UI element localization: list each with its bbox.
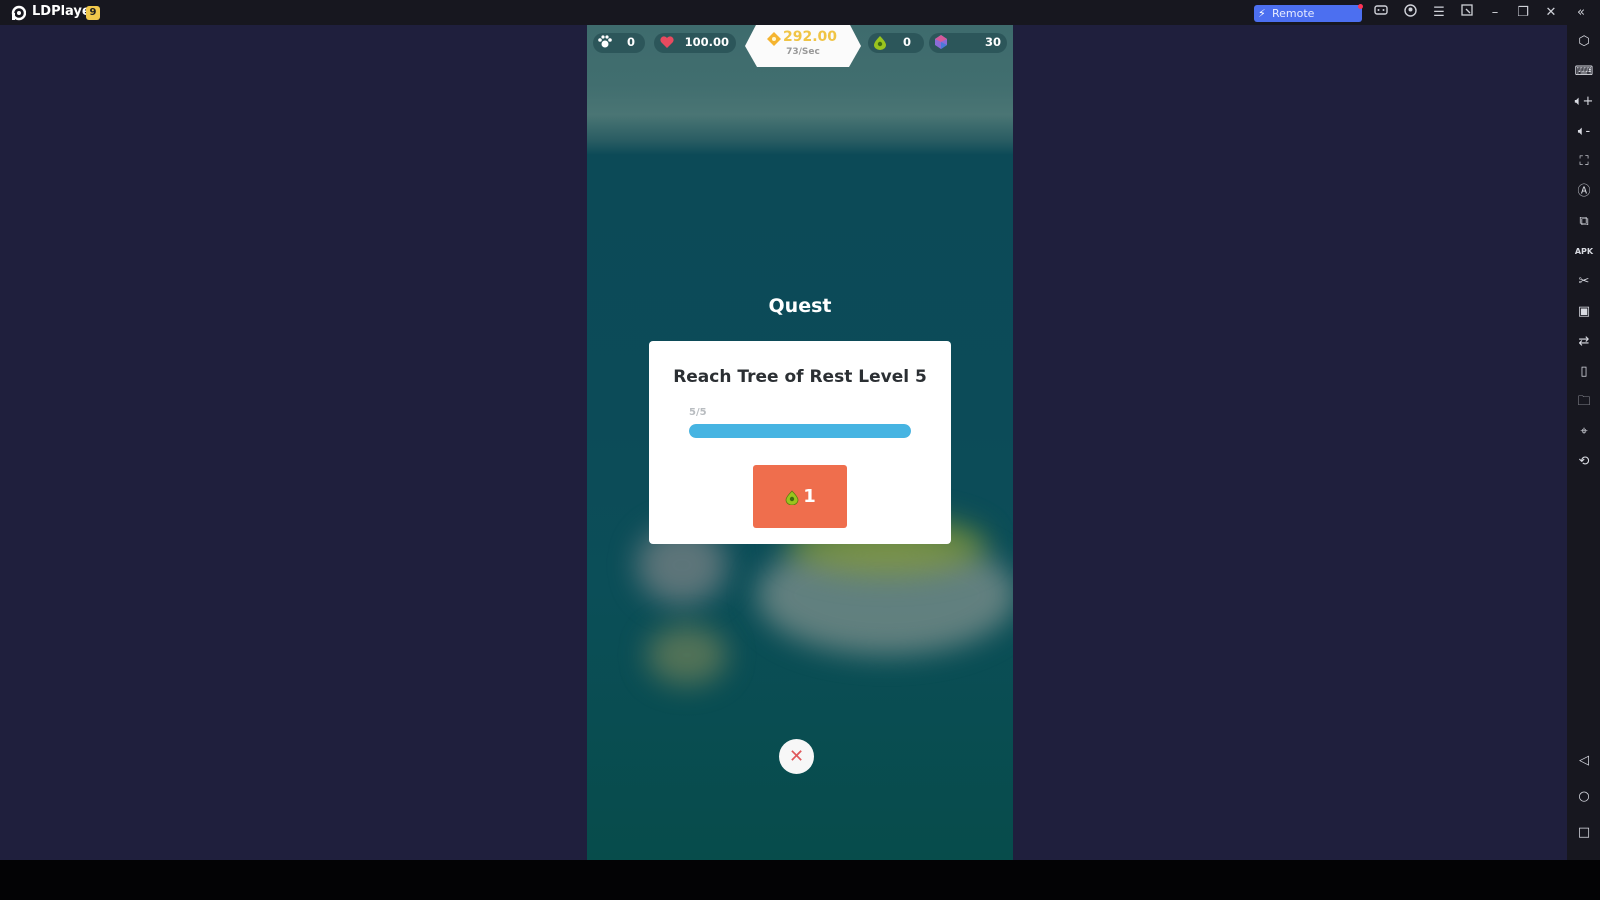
screenshot-scissors-icon[interactable]: ✂ [1574,272,1594,292]
video-record-icon[interactable]: ▣ [1574,302,1594,322]
screen-record-icon[interactable] [1458,4,1476,22]
gamepad-icon[interactable] [1372,4,1390,22]
auto-rotate-icon[interactable]: Ⓐ [1574,182,1594,202]
blurred-object [647,625,727,685]
shake-icon[interactable]: ▯ [1574,362,1594,382]
health-value: 100.00 [684,35,729,49]
gem-icon [935,35,947,49]
emulator-toolbar: ⬡ ⌨ 🔈︎+ 🔈︎- ⛶ Ⓐ ⧉ APK ✂ ▣ ⇄ ▯ 🗀 ⌖ ⟲ ◁ ○ … [1567,25,1600,860]
remote-ldplayer-button[interactable]: ⚡ Remote LDPlayer [1254,4,1363,37]
bottom-bar [0,860,1600,900]
quest-description: Reach Tree of Rest Level 5 [673,367,927,387]
gem-count: 30 [984,35,1001,49]
account-icon[interactable] [1401,4,1419,22]
seed-icon [874,36,886,50]
volume-up-icon[interactable]: 🔈︎+ [1574,92,1594,112]
minimize-icon[interactable]: – [1486,4,1504,22]
menu-icon[interactable]: ☰ [1430,4,1448,22]
settings-icon[interactable]: ⬡ [1574,32,1594,52]
back-icon[interactable]: ◁ [1574,751,1594,771]
seed-icon [785,489,799,505]
coin-panel: 292.00 73/Sec [745,25,861,69]
ldplayer-logo-icon [11,5,26,21]
quest-card: Reach Tree of Rest Level 5 5/5 1 [649,341,951,544]
paw-count: 0 [626,35,635,49]
heart-icon [660,36,674,48]
lightning-icon: ⚡ [1258,7,1266,20]
game-screen[interactable]: 0 100.00 292.00 73/Sec 0 30 Quest Reach … [587,25,1013,860]
quest-progress-bar [689,424,911,438]
reward-amount: 1 [803,486,816,507]
multi-instance-icon[interactable]: ⧉ [1574,212,1594,232]
shared-folder-icon[interactable]: 🗀 [1574,392,1594,412]
home-icon[interactable]: ○ [1574,787,1594,807]
close-x-icon: ✕ [788,745,805,767]
paw-icon [598,35,612,48]
close-quest-button[interactable]: ✕ [779,739,814,774]
progress-text: 5/5 [689,407,707,418]
notification-dot [1358,4,1363,9]
operation-record-icon[interactable]: ⇄ [1574,332,1594,352]
keyboard-mapping-icon[interactable]: ⌨ [1574,62,1594,82]
install-apk-icon[interactable]: APK [1574,242,1594,262]
location-icon[interactable]: ⌖ [1574,422,1594,442]
window-titlebar: LDPlayer 9 ⚡ Remote LDPlayer ☰ – ❐ ✕ « [0,0,1600,37]
coin-amount: 292.00 [782,29,838,45]
close-icon[interactable]: ✕ [1542,4,1560,22]
claim-reward-button[interactable]: 1 [753,465,847,528]
quest-heading: Quest [768,295,832,317]
coin-rate: 73/Sec [786,47,820,57]
seed-count: 0 [902,35,911,49]
volume-down-icon[interactable]: 🔈︎- [1574,122,1594,142]
collapse-sidebar-icon[interactable]: « [1572,4,1590,22]
fullscreen-icon[interactable]: ⛶ [1574,152,1594,172]
rotate-screen-icon[interactable]: ⟲ [1574,452,1594,472]
resource-hud: 0 100.00 292.00 73/Sec 0 30 [587,25,1013,70]
restore-icon[interactable]: ❐ [1514,4,1532,22]
quest-progress-fill [689,424,911,438]
recents-icon[interactable]: □ [1574,823,1594,843]
version-badge: 9 [86,6,100,20]
